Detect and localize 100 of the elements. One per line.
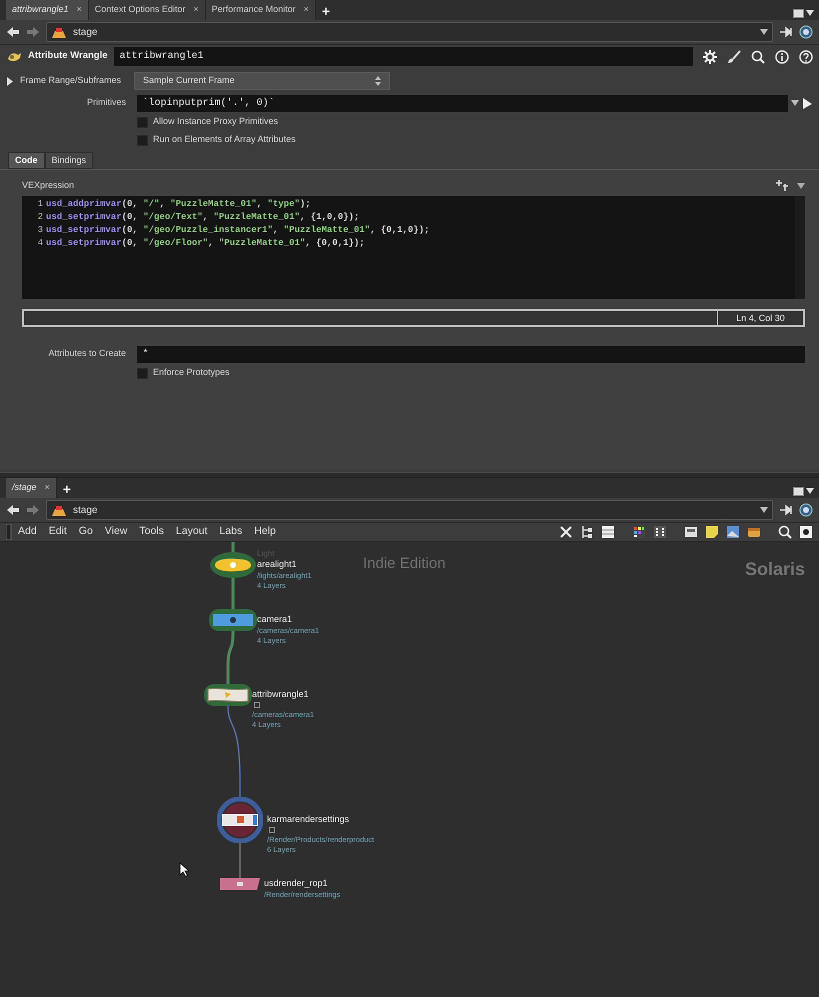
wire bbox=[239, 842, 241, 878]
pin-icon[interactable] bbox=[779, 504, 793, 516]
wire bbox=[232, 542, 234, 554]
grid-icon[interactable] bbox=[653, 525, 667, 539]
pane-layout-icon[interactable] bbox=[792, 486, 804, 496]
edition-watermark: Indie Edition bbox=[363, 554, 446, 574]
mouse-cursor-icon bbox=[179, 862, 189, 877]
code-line: usd_addprimvar(0, "/", "PuzzleMatte_01", "type"); bbox=[46, 198, 312, 211]
sticky-note-icon[interactable] bbox=[705, 525, 719, 539]
camera-node[interactable] bbox=[208, 608, 258, 632]
parameter-label: Attributes to Create bbox=[47, 347, 127, 360]
checkbox-label: Enforce Prototypes bbox=[153, 366, 230, 380]
checkbox[interactable] bbox=[137, 116, 148, 128]
path-field[interactable]: stage bbox=[46, 22, 773, 42]
node-badge-icon bbox=[254, 702, 260, 708]
tab[interactable]: Context Options Editor × bbox=[88, 0, 206, 20]
select-arrow-icon[interactable] bbox=[801, 96, 813, 110]
stage-icon bbox=[51, 504, 67, 516]
pin-icon[interactable] bbox=[779, 26, 793, 38]
frame-range-dropdown[interactable]: Sample Current Frame bbox=[134, 72, 390, 90]
attributes-field[interactable]: * bbox=[136, 346, 805, 362]
close-button[interactable]: × bbox=[74, 3, 84, 17]
caret-icon[interactable] bbox=[760, 29, 768, 35]
brush-icon[interactable] bbox=[727, 50, 741, 64]
node-badge-icon bbox=[269, 827, 275, 833]
forward-arrow-icon[interactable] bbox=[26, 26, 40, 38]
preview-icon[interactable] bbox=[799, 525, 813, 539]
pane-layout-icon[interactable] bbox=[792, 8, 804, 18]
network-view-icon[interactable] bbox=[799, 503, 813, 517]
menu-item[interactable]: Labs bbox=[213, 524, 248, 540]
checkbox[interactable] bbox=[137, 134, 148, 146]
info-icon[interactable] bbox=[775, 50, 789, 64]
tab[interactable]: Bindings bbox=[44, 152, 94, 169]
menu-item[interactable]: Go bbox=[72, 524, 99, 540]
code-line: usd_setprimvar(0, "/geo/Text", "PuzzleMatte_01", {1,0,0}); bbox=[46, 211, 360, 224]
network-view-icon[interactable] bbox=[799, 25, 813, 39]
code-line: usd_setprimvar(0, "/geo/Puzzle_instancer1", "PuzzleMatte_01", {0,1,0}); bbox=[46, 224, 431, 237]
close-button[interactable]: × bbox=[302, 3, 311, 17]
color-palette-icon[interactable] bbox=[632, 525, 646, 539]
node-name: camera1 bbox=[257, 614, 292, 625]
caret-icon[interactable] bbox=[797, 183, 805, 189]
code-line: usd_setprimvar(0, "/geo/Floor", "PuzzleMatte_01", {0,0,1}); bbox=[46, 237, 366, 250]
menu-item[interactable]: View bbox=[98, 524, 134, 540]
checkbox[interactable] bbox=[137, 368, 148, 378]
help-icon[interactable] bbox=[799, 50, 813, 64]
close-button[interactable]: × bbox=[42, 481, 52, 495]
stage-icon bbox=[51, 26, 67, 38]
expand-arrow-icon[interactable] bbox=[6, 76, 14, 86]
list-icon[interactable] bbox=[601, 525, 615, 539]
wrangle-node[interactable] bbox=[203, 683, 253, 707]
light-node[interactable] bbox=[209, 551, 257, 579]
menu-item[interactable]: Edit bbox=[42, 524, 73, 540]
caret-icon[interactable] bbox=[806, 10, 814, 16]
search-icon[interactable] bbox=[778, 525, 792, 539]
rop-node[interactable] bbox=[220, 878, 260, 890]
scrollbar[interactable] bbox=[795, 196, 805, 299]
path-field[interactable]: stage bbox=[46, 500, 773, 520]
menu-item[interactable]: Add bbox=[12, 524, 43, 540]
node-name: usdrender_rop1 bbox=[264, 878, 328, 889]
node-name: karmarendersettings bbox=[267, 814, 350, 825]
primitives-field[interactable]: `lopinputprim('.', 0)` bbox=[136, 94, 788, 112]
line-number: 2 bbox=[36, 211, 43, 224]
checkbox-label: Allow Instance Proxy Primitives bbox=[153, 115, 278, 128]
tab[interactable]: /stage × bbox=[6, 478, 57, 498]
menu-item[interactable]: Help bbox=[248, 524, 282, 540]
line-number: 3 bbox=[36, 224, 43, 237]
menu-item[interactable]: Tools bbox=[133, 524, 170, 540]
node-name-field[interactable]: attribwrangle1 bbox=[114, 47, 693, 66]
network-box-icon[interactable] bbox=[747, 525, 761, 539]
forward-arrow-icon[interactable] bbox=[26, 504, 40, 516]
parameter-label: Frame Range/Subframes bbox=[20, 74, 122, 88]
close-button[interactable]: × bbox=[191, 3, 201, 17]
image-icon[interactable] bbox=[684, 525, 698, 539]
caret-icon[interactable] bbox=[760, 507, 768, 513]
node-type-label: Attribute Wrangle bbox=[28, 49, 108, 64]
caret-icon[interactable] bbox=[806, 488, 814, 494]
tab[interactable]: Performance Monitor × bbox=[206, 0, 316, 20]
add-tab-button[interactable]: + bbox=[316, 2, 336, 20]
add-tab-button[interactable]: + bbox=[56, 480, 77, 498]
parameter-label: Primitives bbox=[86, 96, 127, 110]
render-settings-node[interactable] bbox=[217, 797, 263, 843]
line-number: 4 bbox=[36, 237, 43, 250]
tree-icon[interactable] bbox=[580, 525, 594, 539]
spinner-arrows-icon[interactable] bbox=[375, 76, 381, 86]
parameter-label: VEXpression bbox=[22, 179, 74, 192]
gear-icon[interactable] bbox=[703, 50, 717, 64]
back-arrow-icon[interactable] bbox=[6, 504, 20, 516]
search-icon[interactable] bbox=[751, 50, 765, 64]
snippet-menu-icon[interactable] bbox=[775, 180, 789, 192]
tab[interactable]: Code bbox=[8, 152, 44, 169]
line-number: 1 bbox=[36, 198, 43, 211]
node-name: arealight1 bbox=[257, 559, 297, 570]
back-arrow-icon[interactable] bbox=[6, 26, 20, 38]
context-label: Solaris bbox=[744, 558, 805, 581]
background-image-icon[interactable] bbox=[726, 525, 740, 539]
wire bbox=[226, 630, 234, 684]
menu-item[interactable]: Layout bbox=[170, 524, 214, 540]
node-name: attribwrangle1 bbox=[252, 689, 309, 700]
tab[interactable]: attribwrangle1 × bbox=[6, 0, 89, 20]
caret-icon[interactable] bbox=[790, 100, 798, 106]
